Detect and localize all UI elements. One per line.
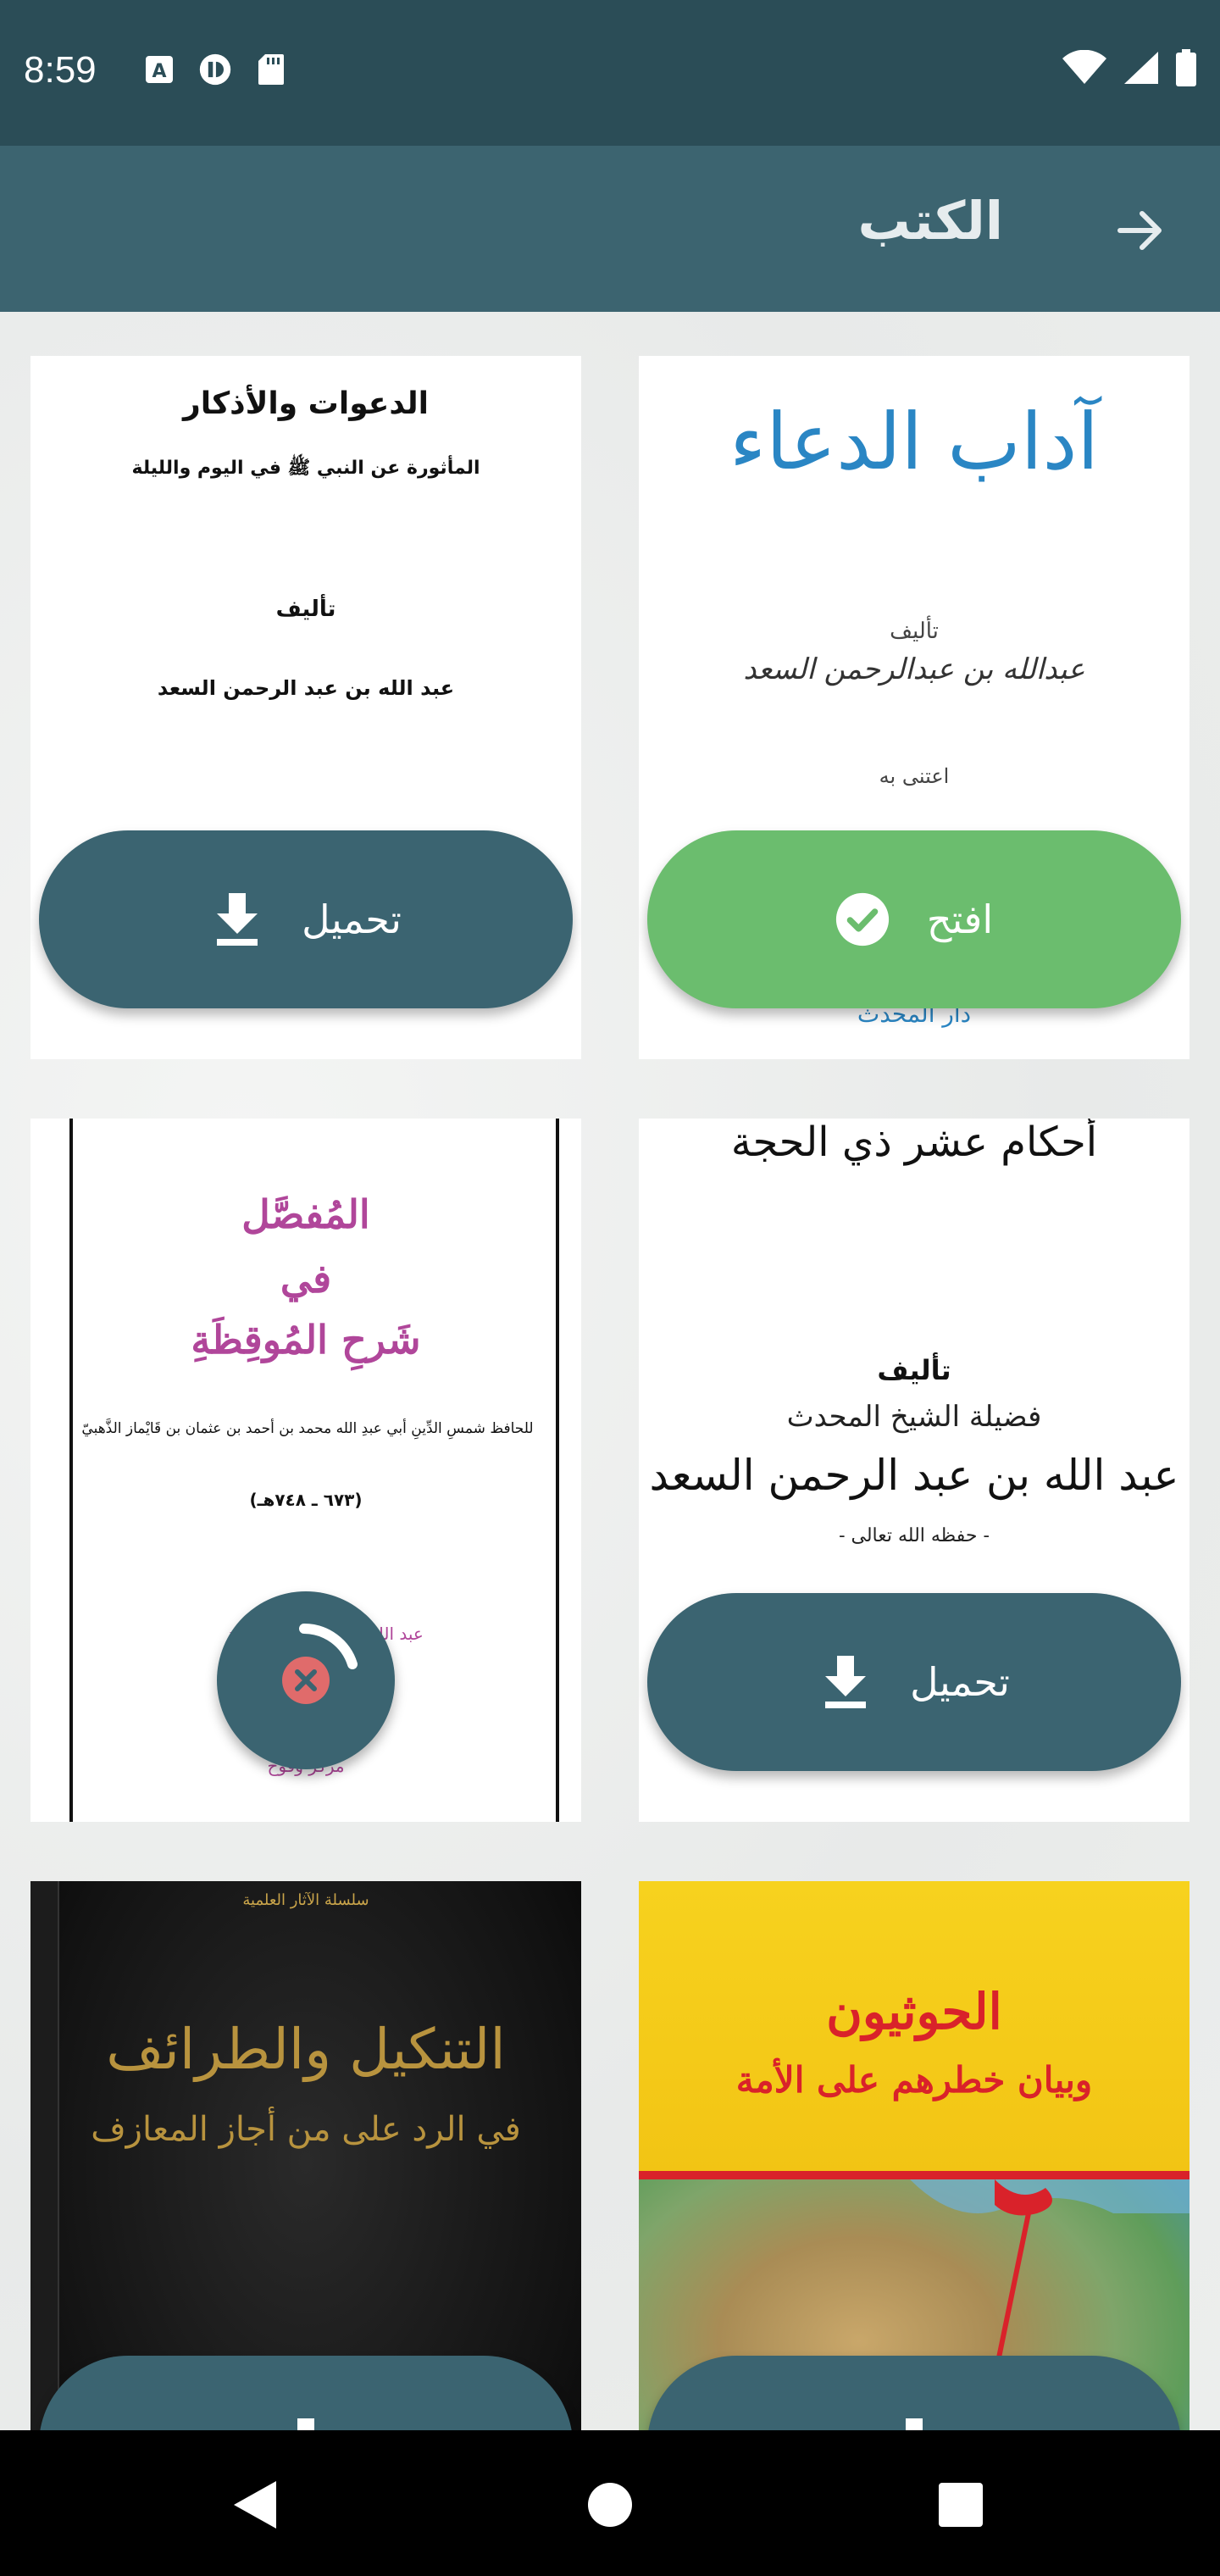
book-cover-subtitle: في الرد على من أجاز المعازف [91, 2110, 521, 2149]
status-time: 8:59 [24, 49, 97, 91]
sd-card-icon [254, 53, 288, 86]
book-cover-title: أحكام عشر ذي الحجة [730, 1119, 1098, 1166]
cover-spine [30, 1881, 59, 2430]
status-bar: 8:59 A [0, 0, 1220, 146]
book-cover-author: عبد الله بن عبد الرحمن السعد [157, 676, 455, 700]
book-cover-note: - حفظه الله تعالى - [839, 1525, 990, 1546]
book-card[interactable]: الحوثيون وبيان خطرهم على الأمة [639, 1881, 1190, 2430]
wifi-icon [1061, 50, 1108, 85]
book-cover-author: عبدالله بن عبدالرحمن السعد [743, 652, 1085, 686]
book-cover-subtitle: وبيان خطرهم على الأمة [735, 2059, 1093, 2101]
book-card[interactable]: أحكام عشر ذي الحجة تأليف فضيلة الشيخ الم… [639, 1119, 1190, 1822]
book-card[interactable]: المُفصَّل في شَرحِ المُوقِظَةِ للحافظ شم… [30, 1119, 581, 1822]
book-card[interactable]: سلسلة الآثار العلمية التنكيل والطرائف في… [30, 1881, 581, 2430]
cover-divider [639, 2171, 1190, 2179]
book-cover-author-label: تأليف [877, 1354, 951, 1386]
download-button-label: تحميل [302, 897, 402, 942]
book-cover-editor-label: اعتنى به [879, 764, 950, 788]
signal-icon [1122, 51, 1161, 85]
book-cover-title-line2: في [280, 1256, 332, 1302]
book-cover-title: الحوثيون [826, 1983, 1002, 2040]
book-cover-title: التنكيل والطرائف [106, 2017, 506, 2082]
book-card[interactable]: الدعوات والأذكار المأثورة عن النبي ﷺ في … [30, 356, 581, 1059]
download-icon [887, 2418, 941, 2430]
book-cover-author: عبد الله بن عبد الرحمن السعد [649, 1451, 1179, 1500]
keyboard-a-icon: A [142, 53, 176, 86]
open-button[interactable]: افتح [647, 830, 1181, 1008]
book-cover-header: سلسلة الآثار العلمية [242, 1891, 369, 1909]
download-button[interactable] [39, 2356, 573, 2430]
svg-text:A: A [152, 61, 166, 82]
download-icon [818, 1655, 873, 1709]
book-cover-title-line3: شَرحِ المُوقِظَةِ [191, 1317, 421, 1363]
book-card[interactable]: آداب الدعاء تأليف عبدالله بن عبدالرحمن ا… [639, 356, 1190, 1059]
check-circle-icon [835, 892, 890, 947]
book-cover-title: الدعوات والأذكار [182, 386, 430, 421]
home-circle-icon[interactable] [578, 2473, 642, 2537]
open-button-label: افتح [926, 897, 994, 942]
download-icon [210, 892, 264, 947]
system-nav-bar [0, 2430, 1220, 2576]
book-cover-title: آداب الدعاء [729, 397, 1099, 487]
recents-square-icon[interactable] [929, 2473, 993, 2537]
back-triangle-icon[interactable] [222, 2473, 286, 2537]
cancel-icon[interactable] [280, 1655, 331, 1706]
download-button-label: تحميل [910, 1659, 1010, 1705]
cover-background [30, 1881, 581, 2430]
book-cover-author-label: تأليف [890, 619, 939, 644]
book-cover-author-prefix: فضيلة الشيخ المحدث [786, 1400, 1042, 1434]
books-grid: آداب الدعاء تأليف عبدالله بن عبدالرحمن ا… [0, 312, 1220, 2430]
app-bar: الكتب [0, 146, 1220, 312]
battery-icon [1174, 49, 1198, 86]
download-button[interactable] [647, 2356, 1181, 2430]
book-cover-subtitle: المأثورة عن النبي ﷺ في اليوم والليلة [131, 458, 480, 479]
book-cover-dates: (٦٧٣ ـ ٧٤٨هـ) [249, 1490, 363, 1510]
book-cover-title-line1: المُفصَّل [241, 1191, 370, 1237]
arrow-right-icon[interactable] [1106, 197, 1174, 264]
book-cover-subtitle: للحافظ شمسِ الدِّينِ أبي عبدِ الله محمد … [81, 1420, 534, 1437]
status-icons-left: A [142, 53, 288, 86]
download-progress-button[interactable] [217, 1591, 395, 1769]
download-button[interactable]: تحميل [39, 830, 573, 1008]
download-icon [279, 2418, 333, 2430]
download-button[interactable]: تحميل [647, 1593, 1181, 1771]
book-cover-author-label: تأليف [275, 597, 336, 622]
status-icons-right [1061, 49, 1198, 86]
page-title: الكتب [857, 190, 1003, 252]
app-logo-icon [198, 53, 232, 86]
